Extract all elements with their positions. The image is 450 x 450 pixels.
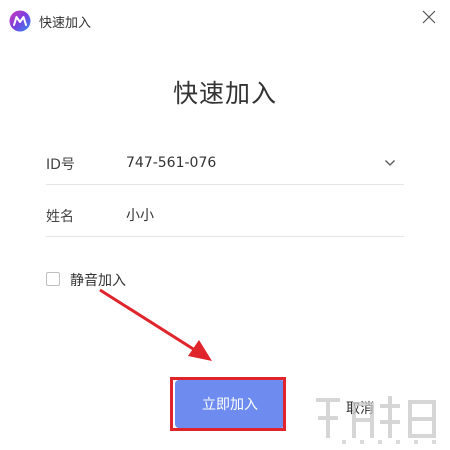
join-now-button[interactable]: 立即加入 <box>175 380 285 428</box>
page-title: 快速加入 <box>172 79 277 108</box>
window-title: 快速加入 <box>39 16 92 31</box>
meeting-id-row: ID号 <box>46 144 404 185</box>
close-icon[interactable] <box>418 6 440 28</box>
display-name-row: 姓名 <box>46 196 404 237</box>
meeting-id-label: ID号 <box>46 157 75 173</box>
meeting-id-input[interactable] <box>126 150 366 176</box>
title-bar: 快速加入 <box>0 0 450 40</box>
join-meeting-dialog: 快速加入 快速加入 ID号 姓名 静音加入 立即加入 取消 <box>0 0 450 450</box>
mute-join-checkbox[interactable] <box>46 272 60 286</box>
display-name-input[interactable] <box>126 202 366 228</box>
app-logo-icon <box>9 10 31 32</box>
display-name-label: 姓名 <box>46 209 74 225</box>
cancel-button[interactable]: 取消 <box>310 385 410 431</box>
chevron-down-icon[interactable] <box>384 158 396 168</box>
mute-join-label[interactable]: 静音加入 <box>70 270 126 290</box>
